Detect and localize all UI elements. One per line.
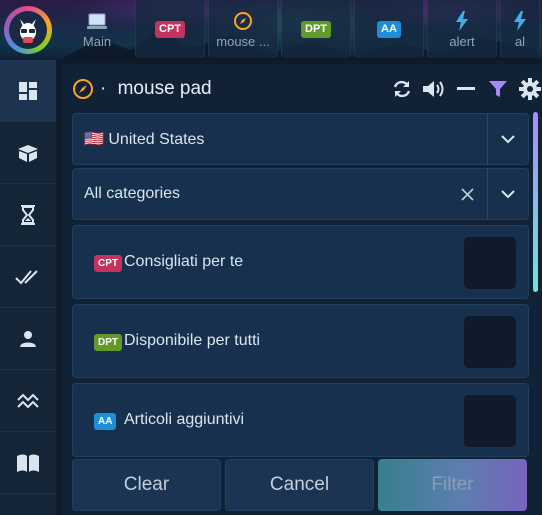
tab-alert-2[interactable]: al xyxy=(500,0,540,58)
title-text: mouse pad xyxy=(117,78,212,99)
category-select[interactable]: All categories xyxy=(72,168,529,220)
option-dpt-checkbox[interactable] xyxy=(464,316,516,368)
clear-category-button[interactable] xyxy=(447,168,487,220)
aa-badge: AA xyxy=(377,20,401,38)
sound-button[interactable] xyxy=(422,78,446,100)
laptop-icon xyxy=(86,10,108,32)
sidebar-item-box[interactable] xyxy=(0,122,56,184)
panel-header: · mouse pad xyxy=(62,64,542,114)
option-cpt-label: Consigliati per te xyxy=(124,253,244,270)
title-prefix: · xyxy=(100,78,107,99)
book-icon xyxy=(17,454,39,472)
option-aa-checkbox[interactable] xyxy=(464,395,516,447)
dpt-badge: DPT xyxy=(301,20,331,38)
tab-alert-2-label: al xyxy=(514,33,526,49)
filter-panel: · mouse pad 🇺🇸 United States All categor… xyxy=(62,64,542,515)
settings-button[interactable] xyxy=(518,78,542,100)
minus-icon xyxy=(457,87,475,90)
bolt-icon xyxy=(455,10,469,32)
dashboard-icon xyxy=(19,81,37,100)
box-icon xyxy=(18,144,38,162)
option-dpt[interactable]: DPT Disponibile per tutti xyxy=(72,304,529,378)
tab-alert-label: alert xyxy=(449,33,475,49)
double-check-icon xyxy=(15,269,38,284)
sidebar-item-trend[interactable] xyxy=(0,370,56,432)
app-logo[interactable] xyxy=(4,6,52,54)
sidebar-item-dashboard[interactable] xyxy=(0,60,56,122)
us-flag-icon: 🇺🇸 xyxy=(84,131,104,148)
country-label: United States xyxy=(108,131,205,148)
chevron-down-icon xyxy=(501,134,515,143)
trend-icon xyxy=(17,393,39,408)
filter-button[interactable]: Filter xyxy=(378,459,527,511)
country-dropdown-button[interactable] xyxy=(488,113,528,165)
gear-icon xyxy=(519,78,541,100)
tab-aa[interactable]: AA xyxy=(354,0,424,58)
option-cpt-checkbox[interactable] xyxy=(464,237,516,289)
close-icon xyxy=(460,187,474,201)
tab-mouse-pad-label: mouse ... xyxy=(216,33,270,49)
category-dropdown-button[interactable] xyxy=(488,168,528,220)
header-actions xyxy=(390,78,542,100)
tab-main[interactable]: Main xyxy=(62,0,132,58)
cpt-badge: CPT xyxy=(94,255,122,272)
top-bar: Main CPT mouse ... DPT AA alert al xyxy=(0,0,542,60)
hourglass-icon xyxy=(21,204,35,225)
tab-mouse-pad[interactable]: mouse ... xyxy=(208,0,278,58)
scrollbar-thumb[interactable] xyxy=(533,112,538,292)
country-select[interactable]: 🇺🇸 United States xyxy=(72,113,529,165)
sidebar-item-done[interactable] xyxy=(0,246,56,308)
tab-main-label: Main xyxy=(82,33,112,49)
sidebar-item-book[interactable] xyxy=(0,432,56,494)
sidebar xyxy=(0,60,56,515)
refresh-button[interactable] xyxy=(390,78,414,100)
tab-cpt[interactable]: CPT xyxy=(135,0,205,58)
page-title: · mouse pad xyxy=(100,78,212,100)
chevron-down-icon xyxy=(501,189,515,198)
compass-icon xyxy=(72,78,94,105)
scrollbar[interactable] xyxy=(533,112,538,352)
country-select-value: 🇺🇸 United States xyxy=(73,129,487,149)
clear-button[interactable]: Clear xyxy=(72,459,221,511)
tab-alert[interactable]: alert xyxy=(427,0,497,58)
cancel-button[interactable]: Cancel xyxy=(225,459,374,511)
minimize-button[interactable] xyxy=(454,78,478,100)
tab-strip: Main CPT mouse ... DPT AA alert al xyxy=(62,0,540,58)
category-select-value: All categories xyxy=(84,185,181,202)
filter-toggle-button[interactable] xyxy=(486,78,510,100)
bolt-icon xyxy=(513,10,527,32)
option-aa[interactable]: AA Articoli aggiuntivi xyxy=(72,383,529,457)
user-icon xyxy=(20,330,36,347)
sidebar-item-hourglass[interactable] xyxy=(0,184,56,246)
compass-icon xyxy=(233,10,253,32)
cpt-badge: CPT xyxy=(155,20,185,38)
panel-footer: Clear Cancel Filter xyxy=(72,459,530,511)
tab-dpt[interactable]: DPT xyxy=(281,0,351,58)
option-dpt-label: Disponibile per tutti xyxy=(124,332,261,349)
aa-badge: AA xyxy=(94,413,117,430)
refresh-icon xyxy=(393,80,411,98)
volume-icon xyxy=(423,81,444,97)
sidebar-item-user[interactable] xyxy=(0,308,56,370)
dpt-badge: DPT xyxy=(94,334,122,351)
option-aa-label: Articoli aggiuntivi xyxy=(124,411,245,428)
llama-icon xyxy=(9,11,47,49)
option-cpt[interactable]: CPT Consigliati per te xyxy=(72,225,529,299)
funnel-icon xyxy=(489,81,507,97)
